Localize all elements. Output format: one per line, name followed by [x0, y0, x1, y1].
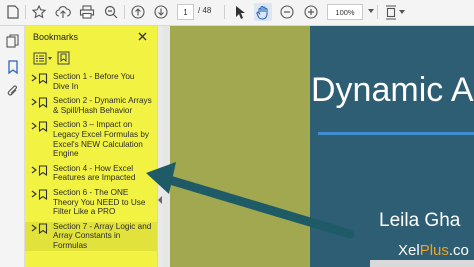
hand-tool-icon[interactable] [254, 3, 272, 21]
document-icon[interactable] [6, 3, 20, 21]
chevron-right-icon[interactable] [30, 74, 38, 82]
toolbar: 1 / 48 100% [0, 0, 474, 26]
chevron-right-icon[interactable] [30, 122, 38, 130]
bookmark-icon [38, 73, 48, 84]
bookmark-label: Section 4 - How Excel Features are Impac… [53, 163, 136, 183]
chevron-right-icon[interactable] [30, 224, 38, 232]
close-icon[interactable] [135, 29, 149, 43]
bookmark-item-section-1[interactable]: Section 1 - Before You Dive In [25, 72, 157, 91]
toolbar-divider [377, 5, 378, 19]
brand-accent: Plus [419, 242, 449, 259]
print-icon[interactable] [79, 3, 95, 21]
zoom-minus-icon[interactable] [279, 3, 295, 21]
bookmark-item-section-7[interactable]: Section 7 - Array Logic and Array Consta… [25, 221, 157, 251]
page-number-input[interactable]: 1 [177, 4, 194, 20]
slide-brand: XelPlus.co [398, 242, 469, 259]
bookmark-item-section-6[interactable]: Section 6 - The ONE Theory You NEED to U… [25, 188, 157, 217]
star-icon[interactable] [31, 3, 47, 21]
bookmark-icon [38, 165, 48, 176]
bookmark-options-icon[interactable] [33, 51, 53, 65]
bookmark-item-section-4[interactable]: Section 4 - How Excel Features are Impac… [25, 164, 157, 183]
chevron-right-icon[interactable] [30, 166, 38, 174]
next-page-icon[interactable] [153, 3, 169, 21]
slide-divider [318, 132, 474, 135]
toolbar-divider [224, 5, 225, 19]
add-bookmark-icon[interactable] [57, 51, 71, 65]
bookmark-icon[interactable] [5, 59, 20, 74]
bookmark-icon [38, 121, 48, 133]
upload-icon[interactable] [55, 3, 71, 21]
panel-title: Bookmarks [33, 32, 79, 42]
bookmark-item-section-2[interactable]: Section 2 - Dynamic Arrays & Spill/Hash … [25, 96, 157, 115]
prev-page-icon[interactable] [130, 3, 146, 21]
zoom-level-select[interactable]: 100% [327, 4, 363, 20]
bookmark-item-section-3[interactable]: Section 3 – Impact on Legacy Excel Formu… [25, 120, 157, 158]
bookmarks-toolbar [33, 50, 71, 66]
chevron-down-icon[interactable] [368, 9, 374, 13]
slide-footer-bar [370, 260, 474, 267]
collapse-panel-icon[interactable] [158, 196, 162, 204]
brand-main: Xel [398, 242, 420, 259]
bookmark-list: Section 1 - Before You Dive In Section 2… [25, 72, 157, 256]
bookmark-label: Section 3 – Impact on Legacy Excel Formu… [53, 120, 150, 159]
bookmark-label: Section 1 - Before You Dive In [53, 72, 135, 91]
chevron-right-icon[interactable] [30, 190, 38, 198]
bookmark-label: Section 6 - The ONE Theory You NEED to U… [53, 187, 146, 217]
slide-author: Leila Gha [379, 210, 461, 231]
bookmark-icon [38, 223, 48, 234]
slide-page: Dynamic A Leila Gha XelPlus.co [170, 26, 474, 267]
thumbnails-icon[interactable] [5, 33, 20, 48]
navigation-rail [0, 26, 25, 267]
attachment-icon[interactable] [5, 83, 20, 98]
bookmarks-panel: Bookmarks Section 1 - Before You Dive In… [25, 26, 157, 267]
bookmark-icon [38, 189, 48, 200]
slide-title: Dynamic A [311, 71, 474, 109]
toolbar-divider [124, 5, 125, 19]
chevron-right-icon[interactable] [30, 98, 38, 106]
bookmark-label: Section 7 - Array Logic and Array Consta… [53, 221, 152, 250]
chevron-down-icon[interactable] [398, 3, 406, 21]
page-total: / 48 [198, 6, 212, 15]
bookmark-label: Section 2 - Dynamic Arrays & Spill/Hash … [53, 96, 152, 115]
toolbar-divider [25, 5, 26, 19]
select-cursor-icon[interactable] [232, 3, 248, 21]
zoom-plus-icon[interactable] [303, 3, 319, 21]
brand-suffix: .co [448, 242, 469, 259]
zoom-out-icon[interactable] [103, 3, 119, 21]
bookmark-icon [38, 97, 48, 109]
